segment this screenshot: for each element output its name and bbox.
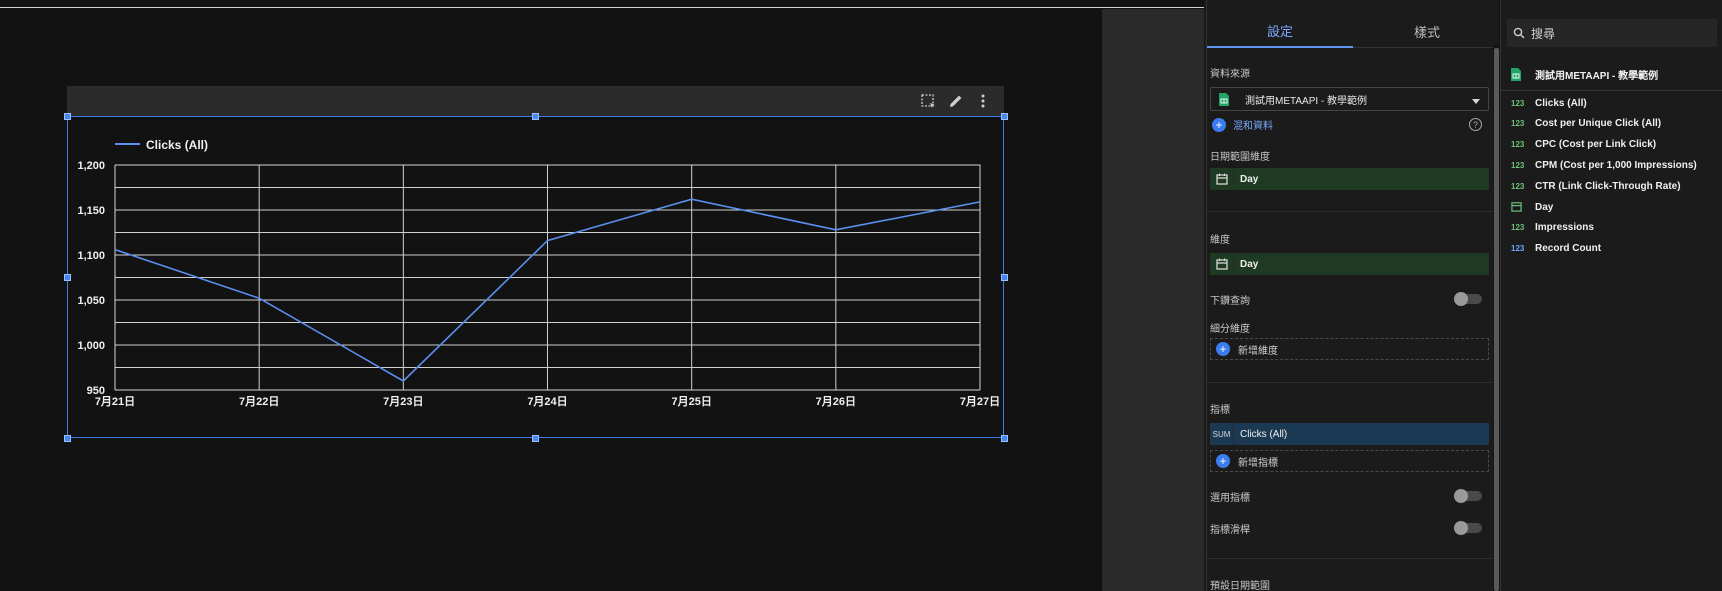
add-circle-icon: + xyxy=(1212,117,1226,132)
field-item[interactable]: 123 Cost per Unique Click (All) xyxy=(1511,113,1661,133)
calendar-icon xyxy=(1511,201,1535,214)
x-tick-label: 7月24日 xyxy=(527,395,567,408)
field-search-input[interactable]: 搜尋 xyxy=(1507,19,1717,47)
optional-metrics-label: 選用指標 xyxy=(1210,493,1250,504)
calendar-icon xyxy=(1210,168,1234,190)
chart-toolbar xyxy=(67,86,1004,116)
data-source-label: 資料來源 xyxy=(1210,69,1250,80)
fields-source-header: 測試用METAAPI - 教學範例 xyxy=(1511,64,1658,84)
resize-handle-bottom-left[interactable] xyxy=(64,435,71,442)
edit-pencil-icon[interactable] xyxy=(946,91,966,111)
resize-handle-bottom-right[interactable] xyxy=(1001,435,1008,442)
more-vert-icon[interactable] xyxy=(973,91,993,111)
search-icon xyxy=(1513,27,1525,39)
divider xyxy=(1501,90,1722,91)
tab-setup[interactable]: 設定 xyxy=(1207,14,1353,48)
metric-slider-label: 指標滑桿 xyxy=(1210,525,1250,536)
y-tick-label: 1,100 xyxy=(77,250,105,262)
setup-panel-scrollbar[interactable] xyxy=(1494,48,1499,591)
y-tick-label: 1,150 xyxy=(77,205,105,217)
optional-metrics-toggle[interactable] xyxy=(1454,489,1482,503)
divider xyxy=(1207,211,1500,212)
date-range-dimension-value: Day xyxy=(1240,173,1259,185)
metric-value: Clicks (All) xyxy=(1240,428,1288,440)
add-metric-label: 新增指標 xyxy=(1238,457,1278,469)
add-circle-icon: + xyxy=(1216,342,1230,356)
x-tick-label: 7月22日 xyxy=(239,395,279,408)
metric-slider-toggle[interactable] xyxy=(1454,521,1482,535)
add-circle-icon: + xyxy=(1216,454,1230,468)
panel-tabs: 設定 樣式 xyxy=(1207,14,1500,48)
field-item[interactable]: 123 CPM (Cost per 1,000 Impressions) xyxy=(1511,155,1697,175)
legend-label: Clicks (All) xyxy=(146,138,208,152)
field-item[interactable]: 123 Record Count xyxy=(1511,238,1601,258)
y-tick-label: 1,200 xyxy=(77,160,105,172)
field-item[interactable]: 123 CPC (Cost per Link Click) xyxy=(1511,134,1656,154)
canvas-top-border xyxy=(0,7,1204,8)
metric-chip[interactable]: SUM Clicks (All) xyxy=(1210,423,1489,445)
dimension-value: Day xyxy=(1240,258,1259,270)
field-item[interactable]: Day xyxy=(1511,197,1553,217)
y-tick-label: 1,050 xyxy=(77,295,105,307)
blend-data-button[interactable]: + 混和資料 xyxy=(1212,117,1273,132)
field-item[interactable]: 123 CTR (Link Click-Through Rate) xyxy=(1511,176,1681,196)
x-tick-label: 7月25日 xyxy=(671,395,711,408)
fields-source-name: 測試用METAAPI - 教學範例 xyxy=(1535,70,1659,82)
resize-handle-bottom[interactable] xyxy=(532,435,539,442)
x-tick-label: 7月23日 xyxy=(383,395,423,408)
resize-handle-left[interactable] xyxy=(64,274,71,281)
setup-panel: 設定 樣式 資料來源 測試用METAAPI - 教學範例 + 混和資料 ? 日期… xyxy=(1206,0,1500,591)
divider xyxy=(1207,558,1500,559)
add-metric-button[interactable]: + 新增指標 xyxy=(1210,450,1489,472)
x-tick-label: 7月27日 xyxy=(960,395,1000,408)
x-tick-label: 7月21日 xyxy=(95,395,135,408)
y-tick-label: 1,000 xyxy=(77,340,105,352)
blend-data-label: 混和資料 xyxy=(1233,121,1273,132)
canvas-gutter xyxy=(1102,9,1204,591)
dimension-label: 維度 xyxy=(1210,235,1230,246)
drill-down-toggle[interactable] xyxy=(1454,292,1482,306)
select-area-icon[interactable] xyxy=(918,91,938,111)
drill-down-label: 下鑽查詢 xyxy=(1210,296,1250,307)
fields-panel: 搜尋 測試用METAAPI - 教學範例 123 Clicks (All) 123… xyxy=(1500,0,1722,591)
resize-handle-top[interactable] xyxy=(532,113,539,120)
resize-handle-top-left[interactable] xyxy=(64,113,71,120)
field-item[interactable]: 123 Clicks (All) xyxy=(1511,93,1587,113)
sheets-icon xyxy=(1211,92,1237,106)
tab-style[interactable]: 樣式 xyxy=(1354,14,1500,48)
field-item[interactable]: 123 Impressions xyxy=(1511,217,1594,237)
metric-aggregation[interactable]: SUM xyxy=(1210,423,1234,445)
sheets-icon xyxy=(1511,67,1535,81)
x-tick-label: 7月26日 xyxy=(816,395,856,408)
help-icon[interactable]: ? xyxy=(1469,118,1482,131)
dimension-chip[interactable]: Day xyxy=(1210,253,1489,275)
date-range-dimension-chip[interactable]: Day xyxy=(1210,168,1489,190)
search-placeholder: 搜尋 xyxy=(1531,26,1556,41)
divider xyxy=(1207,382,1500,383)
resize-handle-top-right[interactable] xyxy=(1001,113,1008,120)
default-date-range-label: 預設日期範圍 xyxy=(1210,581,1270,591)
breakdown-dimension-label: 細分維度 xyxy=(1210,324,1250,335)
data-source-select[interactable]: 測試用METAAPI - 教學範例 xyxy=(1210,87,1489,111)
date-range-dimension-label: 日期範圍維度 xyxy=(1210,152,1270,163)
add-dimension-button[interactable]: + 新增維度 xyxy=(1210,338,1489,360)
time-series-chart[interactable]: 9501,0001,0501,1001,1501,2007月21日 7月22日 7月… xyxy=(67,116,1004,438)
dropdown-arrow-icon xyxy=(1472,96,1480,107)
metric-label: 指標 xyxy=(1210,405,1230,416)
data-source-name: 測試用METAAPI - 教學範例 xyxy=(1245,95,1368,107)
calendar-icon xyxy=(1210,253,1234,275)
resize-handle-right[interactable] xyxy=(1001,274,1008,281)
add-dimension-label: 新增維度 xyxy=(1238,345,1278,357)
